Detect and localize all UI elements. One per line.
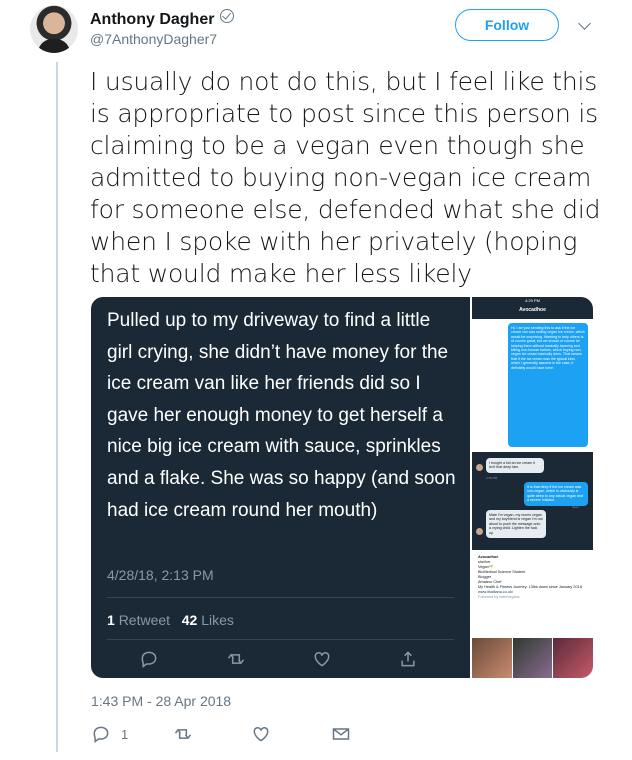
profile-photo-grid [472,638,593,678]
phone-status-bar: 4:29 PM [472,297,593,305]
reply-count: 1 [121,727,129,742]
dm-avatar [476,528,483,535]
verified-icon [220,9,235,23]
dm-header: Avocadhoe [472,305,593,319]
reply-button[interactable]: 1 [91,724,128,749]
dm-screenshot-1[interactable]: 4:29 PM Avocadhoe Hi, I am just sending … [472,297,593,450]
dm-reply: I bought a kid an ice cream it isn't tha… [486,458,544,473]
chevron-down-icon[interactable] [578,17,591,30]
author-name[interactable]: Anthony Dagher [90,11,214,28]
tweet-actions: 1 [91,724,391,748]
like-count: 42 [181,612,198,628]
profile-followed: Followed by katievegans [478,595,520,599]
message-button[interactable] [331,724,351,749]
thread-line [56,62,58,752]
heart-icon [314,651,330,667]
photo-thumb [512,638,553,678]
tweet-timestamp[interactable]: 1:43 PM - 28 Apr 2018 [91,693,231,709]
author-handle[interactable]: @7AnthonyDagher7 [90,31,217,47]
photo-thumb [553,638,593,678]
retweet-icon [227,653,245,665]
retweet-icon [174,728,192,740]
reply-icon [141,651,157,668]
retweet-label: Retweet [118,612,171,628]
phone-time: 4:29 PM [525,298,540,303]
tweet-text: I usually do not do this, but I feel lik… [90,67,601,288]
quote-date: 4/28/18, 2:13 PM [107,567,214,583]
dm-reply: Mate I'm vegan, my mums vegan and my boy… [486,510,546,539]
dm-time: 4:30 PM [486,476,498,480]
author-name-row[interactable]: Anthony Dagher [90,9,235,29]
divider [107,597,454,598]
envelope-icon [332,728,350,740]
photo-thumb [472,638,512,678]
dm-seen: Seen [572,505,580,509]
like-button[interactable] [251,724,271,749]
dm-message: It is that deep if the ice cream was non… [524,482,588,506]
like-label: Likes [201,612,234,628]
dm-avatar [476,464,483,471]
quote-actions [91,649,470,673]
share-icon [401,651,415,667]
divider [107,639,454,640]
quote-text: Pulled up to my driveway to find a littl… [107,310,456,521]
media-grid: Pulled up to my driveway to find a littl… [91,297,593,678]
profile-bio: Avocadhoe she/her Vegan🌱 BioMedical Scie… [478,555,590,600]
profile-screenshot[interactable]: Avocadhoe she/her Vegan🌱 BioMedical Scie… [472,552,593,678]
follow-button[interactable]: Follow [455,9,559,41]
dm-title: Avocadhoe [519,307,546,313]
dm-message: Hi, I am just sending this to ask if the… [508,323,588,447]
avatar[interactable] [30,5,78,53]
reply-icon [93,726,109,743]
quote-stats: 1 Retweet 42 Likes [107,612,234,628]
avatar-shirt [38,39,70,53]
heart-icon [253,726,269,742]
retweet-button[interactable] [173,724,193,749]
dm-screenshot-2[interactable]: I bought a kid an ice cream it isn't tha… [472,452,593,550]
retweet-count: 1 [107,612,115,628]
quote-screenshot[interactable]: Pulled up to my driveway to find a littl… [91,297,470,678]
